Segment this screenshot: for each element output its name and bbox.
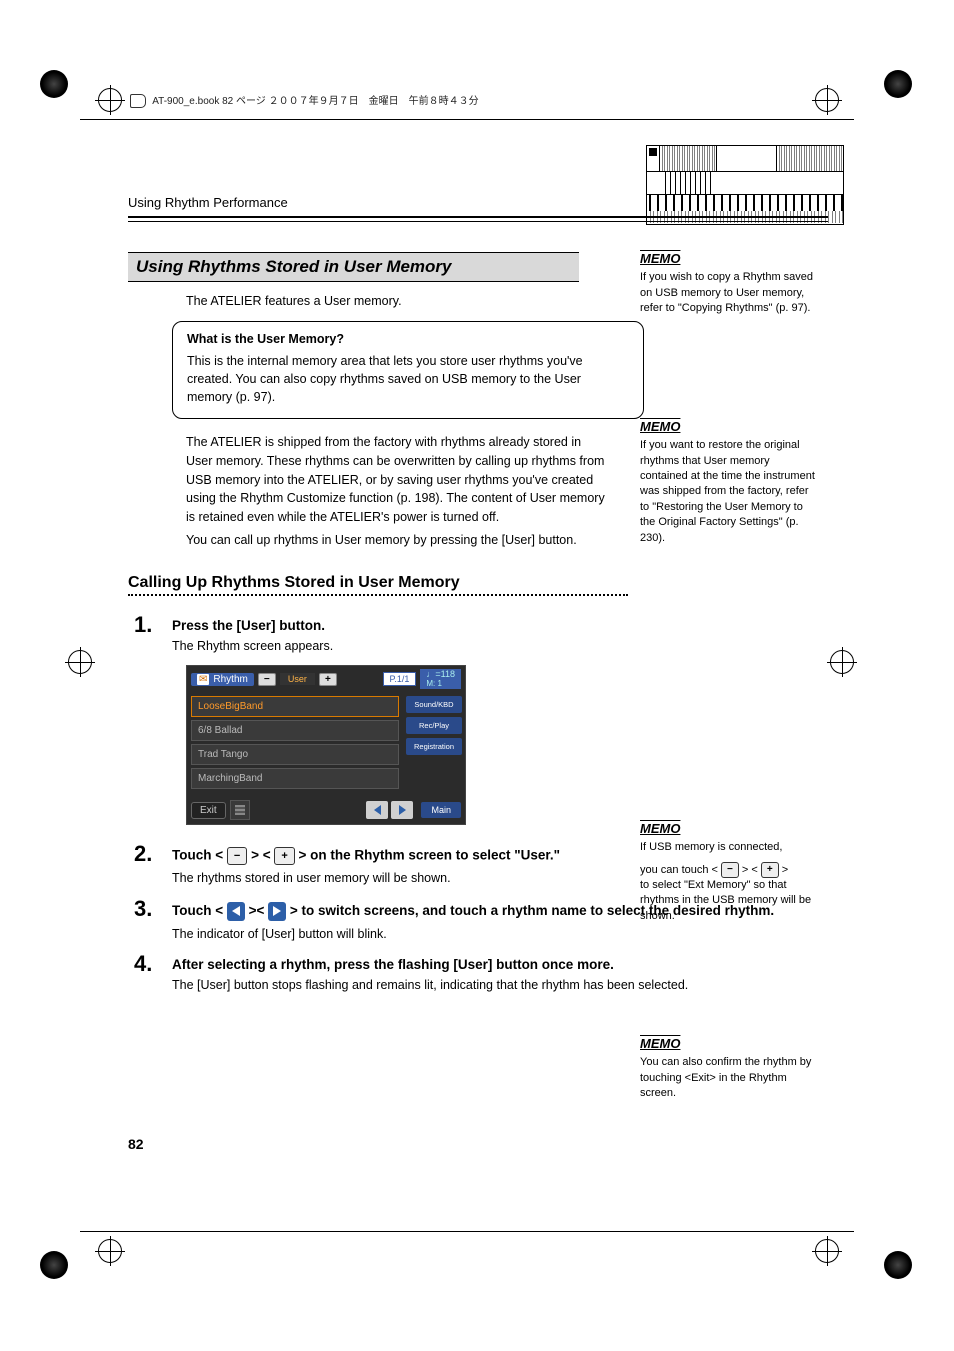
list-item[interactable]: MarchingBand: [191, 768, 399, 789]
step-4: 4. After selecting a rhythm, press the f…: [134, 953, 828, 994]
memo-label: MEMO: [640, 250, 680, 268]
callout-title: What is the User Memory?: [187, 332, 629, 346]
memo-note-3: MEMO If USB memory is connected, you can…: [640, 820, 820, 924]
crop-mark: [884, 1251, 914, 1281]
memo-text: You can also confirm the rhythm by touch…: [640, 1055, 820, 1101]
step-body: The Rhythm screen appears.: [172, 637, 828, 655]
callout-box: What is the User Memory? This is the int…: [172, 321, 644, 419]
rec-play-button[interactable]: Rec/Play: [406, 717, 462, 734]
book-header: AT-900_e.book 82 ページ ２００７年９月７日 金曜日 午前８時４…: [130, 92, 479, 108]
memo-note-2: MEMO If you want to restore the original…: [640, 418, 820, 546]
book-icon: [130, 94, 146, 108]
envelope-icon: ✉: [197, 674, 209, 685]
trim-line: [80, 1231, 854, 1232]
minus-icon: −: [227, 847, 247, 865]
step-number: 3.: [134, 898, 172, 920]
crop-mark: [40, 70, 70, 100]
rhythm-label: ✉ Rhythm: [191, 673, 254, 686]
step-body: The indicator of [User] button will blin…: [172, 925, 828, 943]
memo-note-1: MEMO If you wish to copy a Rhythm saved …: [640, 250, 820, 316]
plus-button[interactable]: +: [319, 673, 337, 686]
registration-mark: [815, 88, 839, 112]
memo-text: If you want to restore the original rhyt…: [640, 438, 820, 546]
page-indicator: P.1/1: [383, 672, 417, 686]
prev-button[interactable]: [366, 801, 388, 819]
book-header-text: AT-900_e.book 82 ページ ２００７年９月７日 金曜日 午前８時４…: [152, 96, 478, 107]
rule: [128, 216, 828, 222]
memo-text-line2: you can touch < − > < + >: [640, 862, 820, 878]
registration-mark: [68, 650, 92, 674]
step-number: 2.: [134, 843, 172, 865]
intro-text: The ATELIER features a User memory.: [186, 292, 606, 311]
memo-text: If USB memory is connected,: [640, 840, 820, 855]
grid-icon[interactable]: [230, 800, 250, 820]
callout-body: This is the internal memory area that le…: [187, 352, 629, 406]
body-paragraph: The ATELIER is shipped from the factory …: [186, 433, 606, 527]
plus-icon: +: [274, 847, 294, 865]
minus-button[interactable]: −: [258, 673, 276, 686]
memo-label: MEMO: [640, 418, 680, 436]
page-number: 82: [128, 1136, 144, 1152]
main-button[interactable]: Main: [421, 802, 461, 818]
next-button[interactable]: [391, 801, 413, 819]
memo-label: MEMO: [640, 1035, 680, 1053]
right-arrow-icon: [268, 902, 286, 921]
step-body: The [User] button stops flashing and rem…: [172, 976, 828, 994]
user-label: User: [280, 673, 315, 685]
registration-mark: [815, 1239, 839, 1263]
section-title: Using Rhythms Stored in User Memory: [128, 252, 579, 282]
memo-note-4: MEMO You can also confirm the rhythm by …: [640, 1035, 820, 1101]
step-title: After selecting a rhythm, press the flas…: [172, 957, 828, 972]
exit-button[interactable]: Exit: [191, 802, 226, 819]
crop-mark: [884, 70, 914, 100]
step-number: 1.: [134, 614, 172, 636]
subsection-title: Calling Up Rhythms Stored in User Memory: [128, 574, 828, 592]
rhythm-list: LooseBigBand 6/8 Ballad Trad Tango March…: [187, 692, 403, 796]
memo-label: MEMO: [640, 820, 680, 838]
list-item[interactable]: LooseBigBand: [191, 696, 399, 717]
crop-mark: [40, 1251, 70, 1281]
step-number: 4.: [134, 953, 172, 975]
registration-mark: [98, 88, 122, 112]
sound-kbd-button[interactable]: Sound/KBD: [406, 696, 462, 713]
tempo-indicator: ♩=118 M: 1: [420, 669, 461, 690]
trim-line: [80, 119, 854, 120]
registration-mark: [98, 1239, 122, 1263]
registration-button[interactable]: Registration: [406, 738, 462, 755]
rhythm-screen: ✉ Rhythm − User + P.1/1 ♩=118 M: 1 Loose…: [186, 665, 466, 826]
registration-mark: [830, 650, 854, 674]
breadcrumb: Using Rhythm Performance: [128, 195, 828, 210]
memo-text: If you wish to copy a Rhythm saved on US…: [640, 270, 820, 316]
minus-icon: −: [721, 862, 739, 878]
step-title: Press the [User] button.: [172, 618, 828, 633]
list-item[interactable]: 6/8 Ballad: [191, 720, 399, 741]
body-paragraph-2: You can call up rhythms in User memory b…: [186, 531, 606, 550]
plus-icon: +: [761, 862, 779, 878]
list-item[interactable]: Trad Tango: [191, 744, 399, 765]
dotted-rule: [128, 594, 628, 596]
step-1: 1. Press the [User] button. The Rhythm s…: [134, 614, 828, 655]
memo-text-line3: to select "Ext Memory" so that rhythms i…: [640, 878, 820, 924]
left-arrow-icon: [227, 902, 245, 921]
side-panel: Sound/KBD Rec/Play Registration: [403, 692, 465, 796]
